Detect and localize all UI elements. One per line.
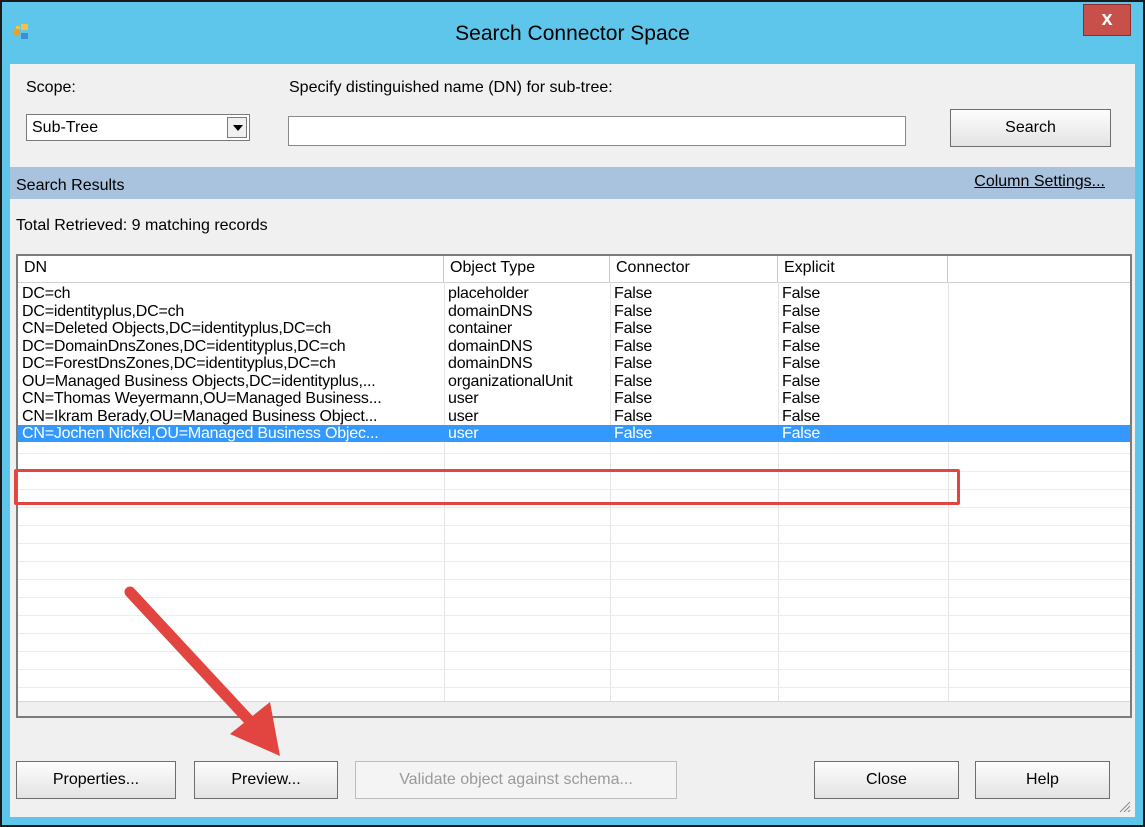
search-connector-space-window: Search Connector Space x Scope: Specify …	[0, 0, 1145, 827]
table-cell-object-type: user	[448, 425, 479, 442]
table-cell-explicit: False	[782, 337, 821, 355]
table-cell-connector: False	[614, 372, 653, 390]
scope-label: Scope:	[26, 79, 76, 96]
table-cell-connector: False	[614, 407, 653, 425]
search-results-label: Search Results	[16, 177, 125, 194]
table-row[interactable]: DC=identityplus,DC=ch domainDNS False False	[18, 303, 1130, 320]
table-cell-dn: DC=DomainDnsZones,DC=identityplus,DC=ch	[22, 337, 346, 355]
column-header-connector[interactable]: Connector	[610, 256, 778, 282]
table-cell-connector: False	[614, 285, 653, 302]
scope-value: Sub-Tree	[32, 119, 99, 136]
table-cell-dn: DC=identityplus,DC=ch	[22, 302, 185, 320]
help-button[interactable]: Help	[975, 761, 1110, 799]
table-row[interactable]: CN=Thomas Weyermann,OU=Managed Business.…	[18, 390, 1130, 407]
table-cell-connector: False	[614, 320, 653, 337]
column-settings-link[interactable]: Column Settings...	[974, 173, 1105, 191]
title-bar: Search Connector Space x	[2, 2, 1143, 64]
empty-row-line	[18, 452, 1130, 454]
column-header-dn[interactable]: DN	[18, 256, 444, 282]
table-cell-dn: CN=Deleted Objects,DC=identityplus,DC=ch	[22, 320, 332, 337]
column-header-empty	[948, 256, 1130, 282]
table-cell-connector: False	[614, 390, 653, 407]
properties-button[interactable]: Properties...	[16, 761, 176, 799]
close-icon[interactable]: x	[1083, 4, 1131, 36]
table-cell-connector: False	[614, 337, 653, 355]
table-cell-explicit: False	[782, 425, 821, 442]
table-cell-dn: DC=ForestDnsZones,DC=identityplus,DC=ch	[22, 355, 336, 372]
table-cell-connector: False	[614, 302, 653, 320]
table-cell-object-type: domainDNS	[448, 355, 533, 372]
table-row[interactable]: DC=ch placeholder False False	[18, 285, 1130, 302]
table-row[interactable]: OU=Managed Business Objects,DC=identityp…	[18, 373, 1130, 390]
table-cell-object-type: container	[448, 320, 513, 337]
column-header-object-type[interactable]: Object Type	[444, 256, 610, 282]
table-cell-object-type: user	[448, 407, 479, 425]
empty-row-line	[18, 524, 1130, 526]
annotation-arrow	[124, 586, 280, 756]
dropdown-arrow-icon[interactable]	[227, 117, 247, 138]
table-cell-object-type: domainDNS	[448, 302, 533, 320]
dn-input[interactable]	[288, 116, 906, 146]
table-cell-object-type: domainDNS	[448, 337, 533, 355]
column-header-explicit[interactable]: Explicit	[778, 256, 948, 282]
table-cell-object-type: user	[448, 390, 479, 407]
scope-dropdown[interactable]: Sub-Tree	[26, 114, 250, 141]
search-results-header: Search Results Column Settings...	[10, 167, 1135, 199]
table-cell-dn: CN=Jochen Nickel,OU=Managed Business Obj…	[22, 425, 379, 442]
table-cell-dn: DC=ch	[22, 285, 71, 302]
empty-row-line	[18, 542, 1130, 544]
table-row[interactable]: CN=Ikram Berady,OU=Managed Business Obje…	[18, 408, 1130, 425]
table-cell-object-type: organizationalUnit	[448, 372, 573, 390]
table-cell-connector: False	[614, 425, 653, 442]
table-cell-explicit: False	[782, 302, 821, 320]
close-button[interactable]: Close	[814, 761, 959, 799]
dialog-body: Scope: Specify distinguished name (DN) f…	[10, 64, 1135, 817]
preview-button[interactable]: Preview...	[194, 761, 338, 799]
dn-label: Specify distinguished name (DN) for sub-…	[289, 79, 613, 96]
validate-object-button[interactable]: Validate object against schema...	[355, 761, 677, 799]
table-cell-dn: OU=Managed Business Objects,DC=identityp…	[22, 372, 376, 390]
table-cell-explicit: False	[782, 355, 821, 372]
table-cell-explicit: False	[782, 285, 821, 302]
resize-grip-icon[interactable]	[1117, 799, 1131, 813]
selected-row-highlight-annotation	[14, 469, 960, 505]
table-row[interactable]: CN=Jochen Nickel,OU=Managed Business Obj…	[18, 425, 1130, 442]
table-cell-explicit: False	[782, 320, 821, 337]
table-cell-dn: CN=Ikram Berady,OU=Managed Business Obje…	[22, 407, 378, 425]
table-cell-explicit: False	[782, 390, 821, 407]
table-row[interactable]: DC=DomainDnsZones,DC=identityplus,DC=ch d…	[18, 338, 1130, 355]
table-cell-connector: False	[614, 355, 653, 372]
table-cell-explicit: False	[782, 372, 821, 390]
table-cell-object-type: placeholder	[448, 285, 529, 302]
table-cell-explicit: False	[782, 407, 821, 425]
empty-row-line	[18, 560, 1130, 562]
empty-row-line	[18, 506, 1130, 508]
table-row[interactable]: CN=Deleted Objects,DC=identityplus,DC=ch…	[18, 320, 1130, 337]
window-title: Search Connector Space	[455, 22, 690, 45]
total-retrieved-text: Total Retrieved: 9 matching records	[16, 217, 268, 234]
table-row[interactable]: DC=ForestDnsZones,DC=identityplus,DC=ch d…	[18, 355, 1130, 372]
table-header: DN Object Type Connector Explicit	[18, 256, 1130, 283]
table-cell-dn: CN=Thomas Weyermann,OU=Managed Business.…	[22, 390, 382, 407]
search-button[interactable]: Search	[950, 109, 1111, 147]
empty-row-line	[18, 578, 1130, 580]
